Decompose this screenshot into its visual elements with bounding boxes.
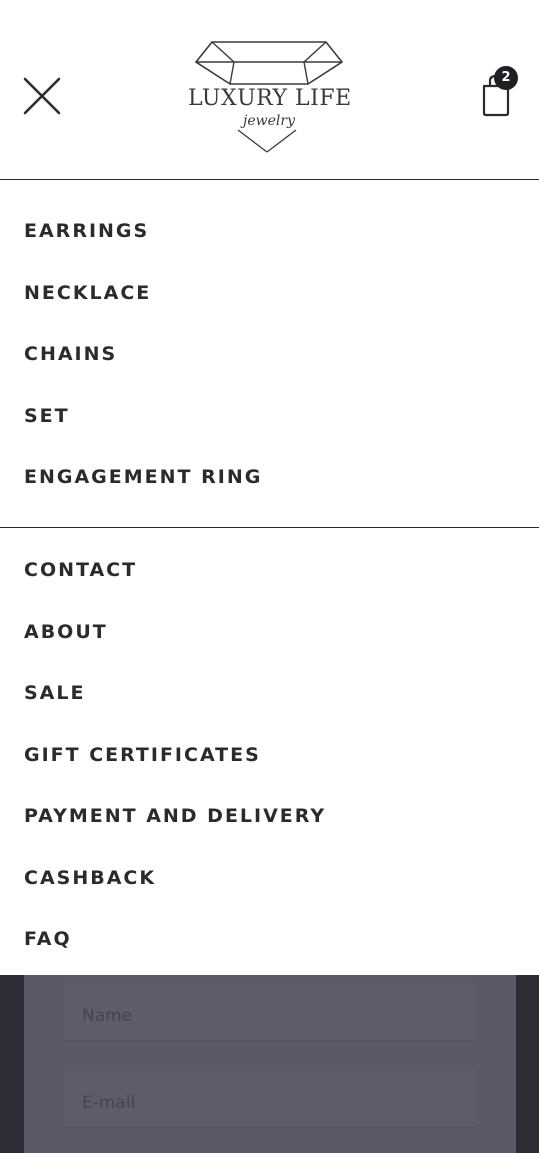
email-field[interactable]: E-mail	[64, 1070, 476, 1128]
close-icon	[23, 77, 61, 115]
close-menu-button[interactable]	[22, 76, 62, 116]
cart-count-badge: 2	[494, 66, 518, 90]
brand-logo[interactable]: LUXURY LIFE jewelry	[188, 34, 352, 156]
menu-item-cashback[interactable]: CASHBACK	[24, 866, 156, 890]
page-backdrop-overlay[interactable]: Name E-mail	[0, 975, 539, 1153]
name-field[interactable]: Name	[64, 983, 476, 1041]
menu-item-faq[interactable]: FAQ	[24, 927, 72, 951]
logo-wordmark: LUXURY LIFE	[188, 86, 352, 111]
menu-item-gift-certificates[interactable]: GIFT CERTIFICATES	[24, 743, 261, 767]
menu-item-chains[interactable]: CHAINS	[24, 342, 117, 366]
contact-form-panel: Name E-mail	[24, 975, 516, 1153]
mobile-page: LUXURY LIFE jewelry 2 EARRINGS NECKLACE …	[0, 0, 539, 1153]
menu-item-engagement-ring[interactable]: ENGAGEMENT RING	[24, 465, 262, 489]
info-menu: CONTACT ABOUT SALE GIFT CERTIFICATES PAY…	[0, 528, 539, 975]
menu-item-earrings[interactable]: EARRINGS	[24, 219, 149, 243]
menu-item-about[interactable]: ABOUT	[24, 620, 108, 644]
name-placeholder: Name	[82, 1006, 133, 1026]
menu-item-sale[interactable]: SALE	[24, 681, 85, 705]
menu-item-necklace[interactable]: NECKLACE	[24, 281, 151, 305]
menu-item-set[interactable]: SET	[24, 404, 70, 428]
menu-item-payment-and-delivery[interactable]: PAYMENT AND DELIVERY	[24, 804, 326, 828]
menu-header: LUXURY LIFE jewelry 2	[0, 0, 539, 180]
logo-subtext: jewelry	[243, 113, 295, 129]
category-menu: EARRINGS NECKLACE CHAINS SET ENGAGEMENT …	[0, 180, 539, 528]
cart-button[interactable]: 2	[478, 66, 522, 118]
menu-item-contact[interactable]: CONTACT	[24, 558, 137, 582]
email-placeholder: E-mail	[82, 1093, 136, 1113]
